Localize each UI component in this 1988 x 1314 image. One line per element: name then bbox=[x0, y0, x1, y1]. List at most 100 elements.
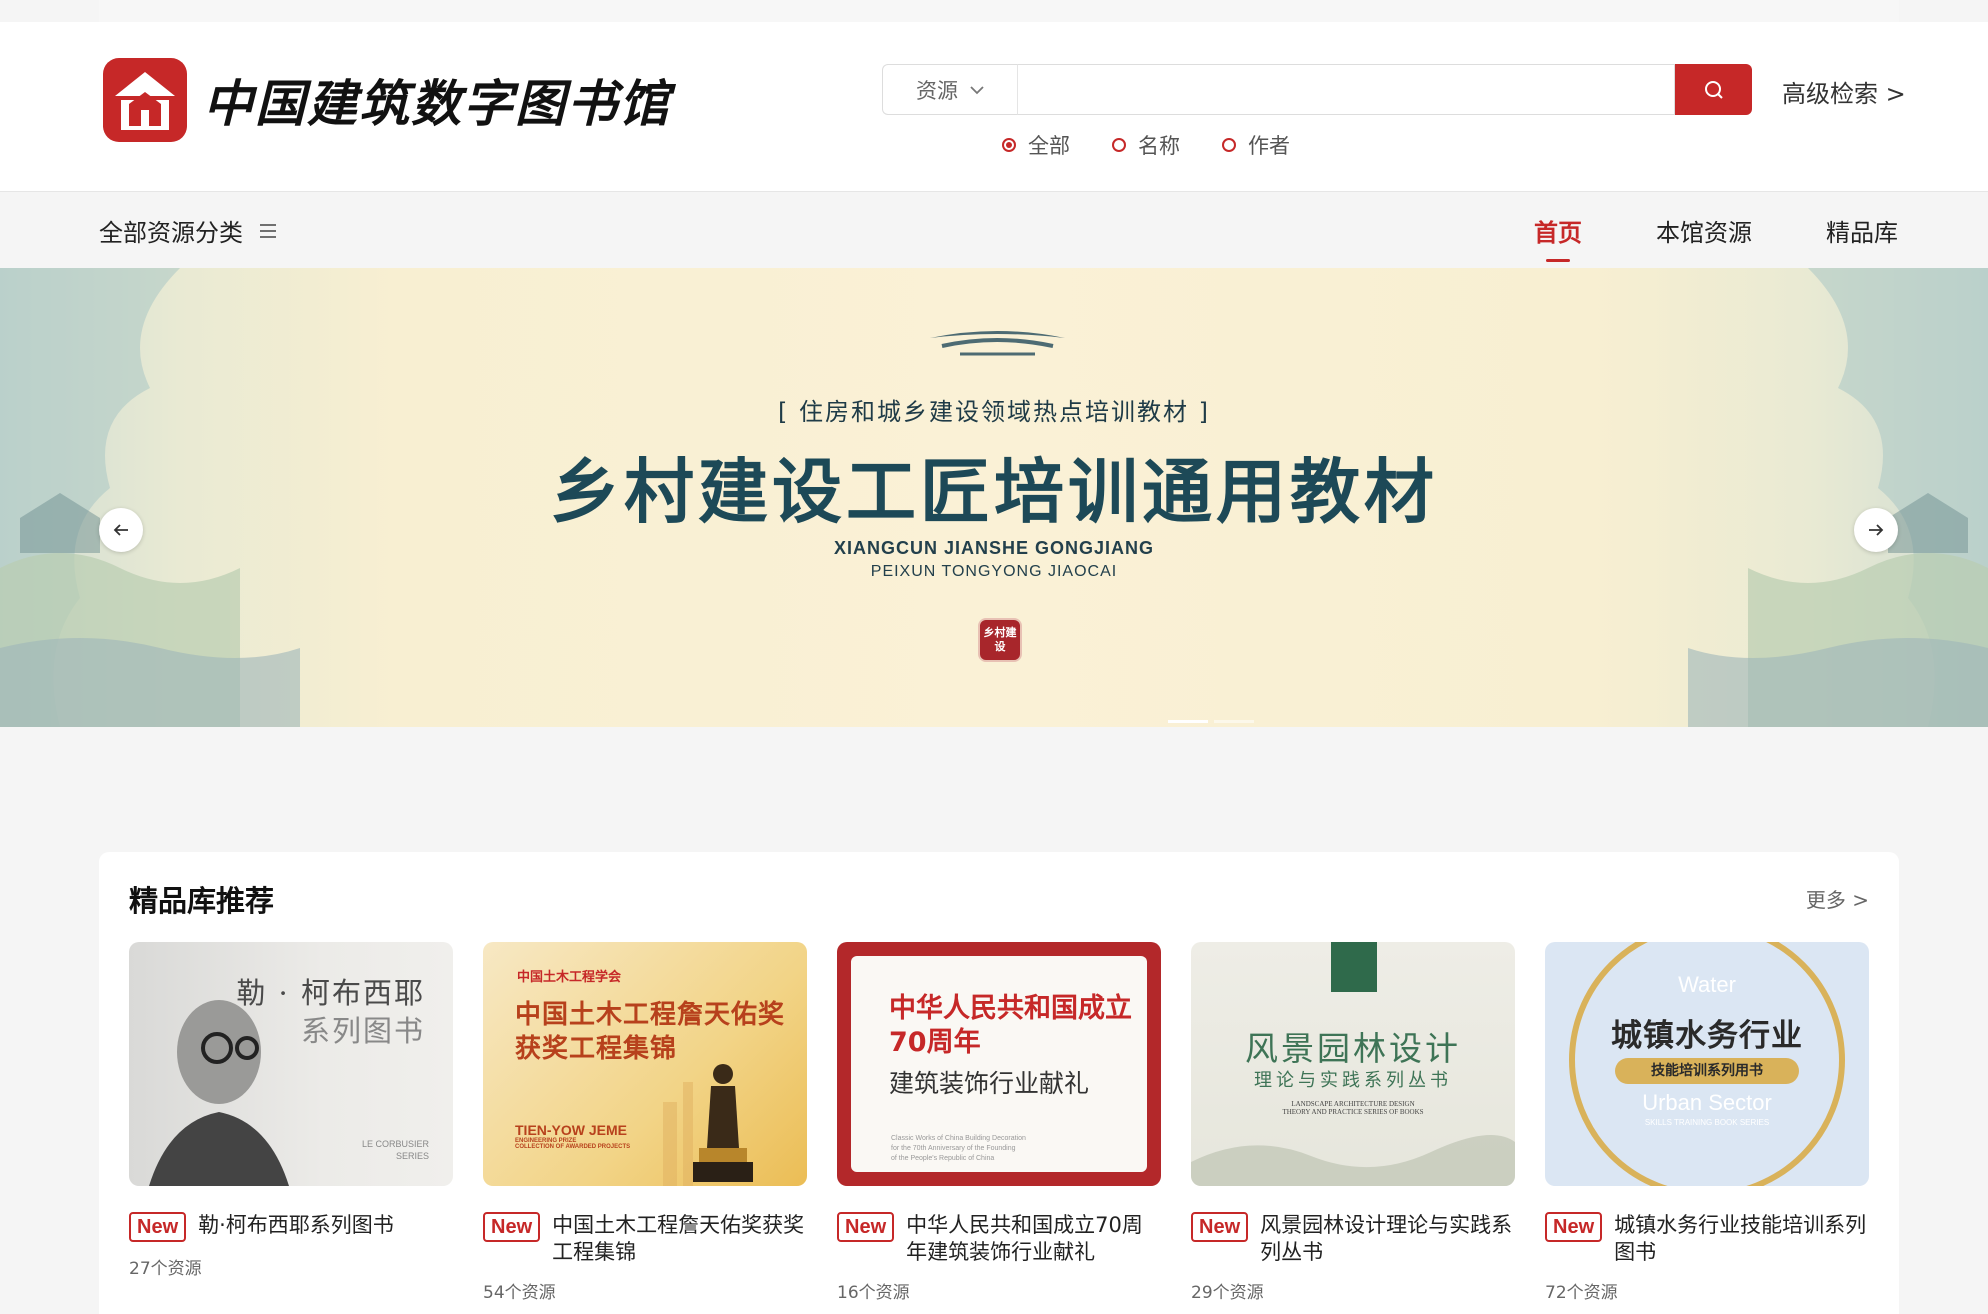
carousel-dot-active[interactable] bbox=[1168, 720, 1208, 723]
cover-line: LANDSCAPE ARCHITECTURE DESIGN bbox=[1291, 1100, 1415, 1108]
card-meta: New 中国土木工程詹天佑奖获奖工程集锦 bbox=[483, 1212, 807, 1266]
cover-english: TIEN-YOW JEME ENGINEERING PRIZE COLLECTI… bbox=[515, 1122, 630, 1150]
filter-author[interactable]: 作者 bbox=[1222, 130, 1290, 160]
search-icon bbox=[1704, 80, 1723, 99]
filter-label: 名称 bbox=[1138, 134, 1180, 158]
search-scope-label: 资源 bbox=[916, 78, 958, 103]
cover-subtitle: 理论与实践系列丛书 bbox=[1254, 1070, 1452, 1091]
cover-line: SERIES bbox=[395, 1151, 429, 1161]
all-categories-menu[interactable]: 全部资源分类 bbox=[99, 213, 277, 248]
collection-cover-image[interactable]: Water 城镇水务行业 技能培训系列用书 Urban Sector SKILL… bbox=[1545, 942, 1869, 1186]
resource-count: 27个资源 bbox=[129, 1259, 202, 1279]
search-scope-select[interactable]: 资源 bbox=[882, 64, 1017, 115]
trophy-statue-illustration bbox=[663, 1064, 753, 1186]
nav-home[interactable]: 首页 bbox=[1534, 213, 1582, 262]
arrow-right-icon bbox=[1869, 524, 1884, 536]
chevron-down-icon bbox=[970, 85, 984, 94]
cover-pill: 技能培训系列用书 bbox=[1615, 1058, 1799, 1084]
new-badge: New bbox=[1545, 1212, 1603, 1242]
cover-line: 系列图书 bbox=[300, 1014, 425, 1048]
cover-title: 中华人民共和国成立 70周年 bbox=[889, 992, 1132, 1060]
card-meta: New 中华人民共和国成立70周年建筑装饰行业献礼 bbox=[837, 1212, 1161, 1266]
cover-line: Classic Works of China Building Decorati… bbox=[891, 1135, 1026, 1142]
collection-card[interactable]: 风景园林设计 理论与实践系列丛书 LANDSCAPE ARCHITECTURE … bbox=[1191, 942, 1515, 1303]
radio-selected-icon bbox=[1002, 138, 1016, 152]
site-header: 中国建筑数字图书馆 资源 高级检索 > 全部 名称 作者 bbox=[0, 22, 1988, 192]
new-badge: New bbox=[483, 1212, 541, 1242]
cover-line: for the 70th Anniversary of the Founding bbox=[891, 1145, 1016, 1152]
nav-library-resources[interactable]: 本馆资源 bbox=[1656, 213, 1752, 248]
main-nav: 全部资源分类 首页 本馆资源 精品库 bbox=[0, 193, 1988, 268]
cover-line: of the People's Republic of China bbox=[891, 1155, 995, 1162]
garden-sketch-illustration bbox=[1191, 1134, 1515, 1186]
collection-card[interactable]: 中国土木工程学会 中国土木工程詹天佑奖 获奖工程集锦 TIEN-YOW JEME… bbox=[483, 942, 807, 1303]
featured-collections-panel: 精品库推荐 更多 > 勒 · 柯布西耶 系列图书 LE CORBUSIER SE… bbox=[99, 852, 1899, 1314]
card-title[interactable]: 风景园林设计理论与实践系列丛书 bbox=[1260, 1212, 1515, 1266]
advanced-search-link[interactable]: 高级检索 > bbox=[1782, 74, 1906, 109]
card-title[interactable]: 城镇水务行业技能培训系列图书 bbox=[1614, 1212, 1869, 1266]
cover-english: Classic Works of China Building Decorati… bbox=[891, 1134, 1026, 1164]
new-badge: New bbox=[1191, 1212, 1249, 1242]
filter-label: 作者 bbox=[1248, 134, 1290, 158]
search-filter-group: 全部 名称 作者 bbox=[1002, 130, 1290, 160]
search-button[interactable] bbox=[1675, 64, 1752, 115]
cover-book-tab bbox=[1331, 942, 1377, 992]
resource-count: 72个资源 bbox=[1545, 1283, 1618, 1303]
banner-pinyin-line-2: PEIXUN TONGYONG JIAOCAI bbox=[870, 563, 1118, 580]
cover-line: TIEN-YOW JEME bbox=[515, 1122, 628, 1138]
collection-card-list: 勒 · 柯布西耶 系列图书 LE CORBUSIER SERIES New 勒·… bbox=[129, 942, 1869, 1303]
collection-cover-image[interactable]: 中华人民共和国成立 70周年 建筑装饰行业献礼 Classic Works of… bbox=[837, 942, 1161, 1186]
collection-card[interactable]: 中华人民共和国成立 70周年 建筑装饰行业献礼 Classic Works of… bbox=[837, 942, 1161, 1303]
collection-card[interactable]: Water 城镇水务行业 技能培训系列用书 Urban Sector SKILL… bbox=[1545, 942, 1869, 1303]
cover-line: 中华人民共和国成立 bbox=[889, 993, 1132, 1024]
nav-links: 首页 本馆资源 精品库 bbox=[1534, 213, 1898, 262]
filter-all[interactable]: 全部 bbox=[1002, 130, 1070, 160]
collection-cover-image[interactable]: 勒 · 柯布西耶 系列图书 LE CORBUSIER SERIES bbox=[129, 942, 453, 1186]
radio-icon bbox=[1112, 138, 1126, 152]
cover-line: 中国土木工程詹天佑奖 bbox=[515, 1000, 786, 1030]
collection-cover-image[interactable]: 中国土木工程学会 中国土木工程詹天佑奖 获奖工程集锦 TIEN-YOW JEME… bbox=[483, 942, 807, 1186]
carousel-indicators bbox=[1168, 720, 1254, 723]
section-title: 精品库推荐 bbox=[129, 884, 275, 918]
card-title[interactable]: 中国土木工程詹天佑奖获奖工程集锦 bbox=[552, 1212, 807, 1266]
filter-label: 全部 bbox=[1028, 134, 1070, 158]
search-bar: 资源 bbox=[882, 64, 1752, 115]
card-meta: New 城镇水务行业技能培训系列图书 bbox=[1545, 1212, 1869, 1266]
card-title[interactable]: 中华人民共和国成立70周年建筑装饰行业献礼 bbox=[906, 1212, 1161, 1266]
top-strip bbox=[0, 0, 1988, 22]
banner-subtitle: [ 住房和城乡建设领域热点培训教材 ] bbox=[778, 398, 1210, 426]
carousel-dot[interactable] bbox=[1214, 720, 1254, 723]
resource-count: 16个资源 bbox=[837, 1283, 910, 1303]
banner-title: 乡村建设工匠培训通用教材 bbox=[550, 450, 1438, 533]
carousel-next-button[interactable] bbox=[1854, 508, 1898, 552]
card-meta: New 勒·柯布西耶系列图书 bbox=[129, 1212, 453, 1242]
resource-count: 54个资源 bbox=[483, 1283, 556, 1303]
card-meta: New 风景园林设计理论与实践系列丛书 bbox=[1191, 1212, 1515, 1266]
cover-word: Water bbox=[1678, 972, 1736, 997]
cover-line: 勒 · 柯布西耶 bbox=[236, 976, 425, 1010]
radio-icon bbox=[1222, 138, 1236, 152]
cover-inner: 中华人民共和国成立 70周年 建筑装饰行业献礼 Classic Works of… bbox=[851, 956, 1147, 1172]
more-link[interactable]: 更多 > bbox=[1806, 884, 1869, 913]
collection-card[interactable]: 勒 · 柯布西耶 系列图书 LE CORBUSIER SERIES New 勒·… bbox=[129, 942, 453, 1303]
cover-org: 中国土木工程学会 bbox=[517, 970, 622, 985]
cover-english: SKILLS TRAINING BOOK SERIES bbox=[1644, 1118, 1770, 1127]
site-logo[interactable]: 中国建筑数字图书馆 bbox=[101, 56, 671, 144]
card-title[interactable]: 勒·柯布西耶系列图书 bbox=[198, 1212, 394, 1239]
hero-carousel[interactable]: [ 住房和城乡建设领域热点培训教材 ] 乡村建设工匠培训通用教材 XIANGCU… bbox=[0, 268, 1988, 727]
banner-seal-stamp: 乡村建设 bbox=[978, 618, 1022, 662]
search-input[interactable] bbox=[1017, 64, 1675, 115]
cover-title: 勒 · 柯布西耶 系列图书 bbox=[236, 974, 425, 1050]
cover-word: Urban Sector bbox=[1642, 1090, 1772, 1115]
banner-pinyin-line-1: XIANGCUN JIANSHE GONGJIANG bbox=[833, 538, 1155, 558]
collection-cover-image[interactable]: 风景园林设计 理论与实践系列丛书 LANDSCAPE ARCHITECTURE … bbox=[1191, 942, 1515, 1186]
filter-name[interactable]: 名称 bbox=[1112, 130, 1180, 160]
nav-premium[interactable]: 精品库 bbox=[1826, 213, 1898, 248]
cover-line: COLLECTION OF AWARDED PROJECTS bbox=[515, 1144, 631, 1150]
carousel-prev-button[interactable] bbox=[99, 508, 143, 552]
cover-subtitle: 建筑装饰行业献礼 bbox=[889, 1069, 1090, 1098]
cover-line: LE CORBUSIER bbox=[361, 1139, 429, 1149]
cover-english: LE CORBUSIER SERIES bbox=[362, 1138, 429, 1162]
cover-title: 城镇水务行业 bbox=[1611, 1018, 1803, 1054]
new-badge: New bbox=[837, 1212, 895, 1242]
